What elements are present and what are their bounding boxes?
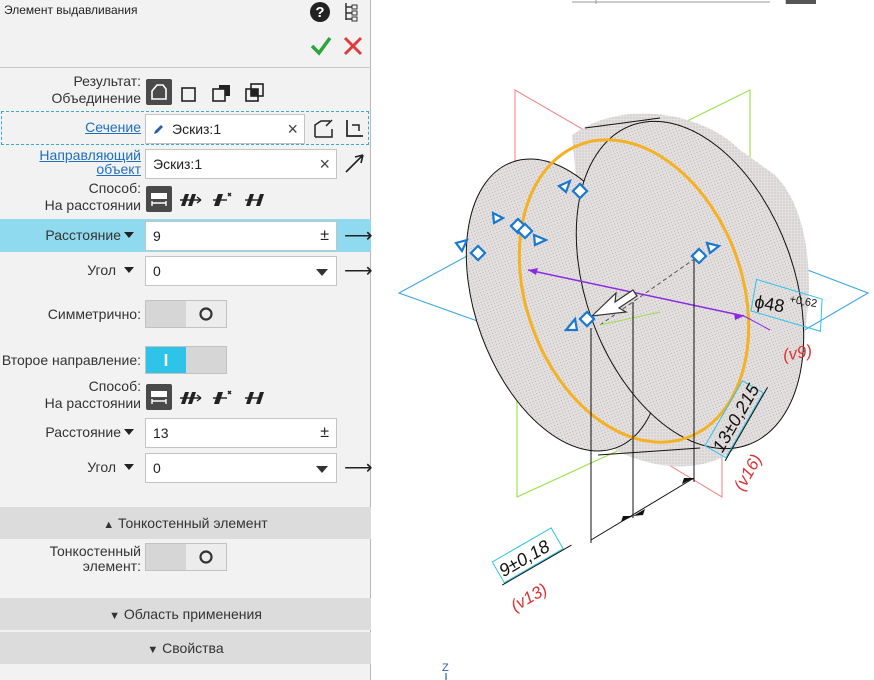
- angle1-select[interactable]: 0: [145, 256, 337, 286]
- axis-z-label: Z: [442, 662, 449, 674]
- method1-distance-button[interactable]: [146, 186, 172, 212]
- thinwall-section-header[interactable]: ▲ Тонкостенный элемент: [0, 507, 371, 539]
- method2-to-vertex-button[interactable]: [210, 384, 236, 410]
- result-label: Результат:: [73, 73, 141, 89]
- dim-arrowhead: [633, 509, 645, 516]
- clear-icon[interactable]: ×: [287, 115, 298, 143]
- divider: [0, 67, 371, 68]
- angle1-dropdown-icon[interactable]: [124, 267, 134, 273]
- distance2-dropdown-icon[interactable]: [124, 429, 134, 435]
- toolbar-edge: [786, 0, 816, 4]
- model-viewport[interactable]: 9±0,18 (v13) 13±0,215 (v16) ϕ48 +0,62 (v…: [372, 0, 874, 680]
- tolerance-button[interactable]: ±: [320, 419, 329, 447]
- intersect-icon: [245, 83, 264, 102]
- union-button[interactable]: [146, 79, 172, 105]
- properties-section-header[interactable]: ▼ Свойства: [0, 632, 371, 664]
- second-direction-toggle[interactable]: [145, 346, 227, 374]
- result-value: Объединение: [51, 90, 141, 106]
- panel-title: Элемент выдавливания: [4, 3, 138, 17]
- union-icon: [151, 84, 167, 100]
- subtract-icon: [212, 85, 230, 102]
- direction-arrow-icon[interactable]: [343, 151, 367, 178]
- dim-9-variable: (v13): [508, 580, 551, 616]
- angle1-direction-arrow-icon[interactable]: ⟶: [344, 261, 373, 281]
- to-surface-icon: [245, 194, 264, 206]
- through-all-icon: [180, 194, 202, 206]
- method1-label: Способ:: [88, 180, 141, 196]
- tree-icon[interactable]: [342, 1, 362, 23]
- toolbar-edge: [572, 0, 787, 4]
- distance-method-icon: [151, 193, 167, 206]
- symmetric-label: Симметрично:: [47, 306, 141, 322]
- select-sketch-icon[interactable]: [343, 117, 367, 142]
- tolerance-button[interactable]: ±: [320, 222, 329, 250]
- thinwall-toggle[interactable]: [145, 543, 227, 571]
- method2-label: Способ:: [88, 378, 141, 394]
- subtract-button[interactable]: [209, 80, 235, 106]
- angle2-select[interactable]: 0: [145, 453, 337, 483]
- distance-method-icon: [151, 391, 167, 404]
- method2-value: На расстоянии: [44, 395, 141, 411]
- dim-diameter-variable: (v9): [781, 341, 813, 365]
- method1-to-vertex-button[interactable]: [210, 186, 236, 212]
- angle2-direction-arrow-icon[interactable]: ⟶: [344, 458, 373, 478]
- help-icon[interactable]: ?: [309, 1, 331, 23]
- angle2-dropdown-icon[interactable]: [124, 464, 134, 470]
- guide-field[interactable]: Эскиз:1 ×: [145, 149, 337, 179]
- through-all-icon: [180, 392, 202, 404]
- method2-distance-button[interactable]: [146, 384, 172, 410]
- intersect-button[interactable]: [242, 80, 268, 106]
- distance1-dropdown-icon[interactable]: [124, 232, 134, 238]
- dim-9[interactable]: 9±0,18: [490, 523, 572, 586]
- scope-section-header[interactable]: ▼ Область применения: [0, 598, 371, 630]
- dim-13-variable: (v16): [730, 451, 766, 494]
- clear-icon[interactable]: ×: [319, 150, 330, 178]
- chevron-down-icon: [316, 269, 328, 276]
- method1-through-all-button[interactable]: [178, 186, 204, 212]
- to-surface-icon: [245, 392, 264, 404]
- angle1-label: Угол: [87, 262, 116, 278]
- section-field[interactable]: Эскиз:1 ×: [145, 114, 305, 144]
- handle-triangle: [454, 238, 469, 254]
- svg-text:?: ?: [315, 4, 324, 21]
- symmetric-toggle[interactable]: [145, 300, 227, 328]
- dim-9-text: 9±0,18: [496, 536, 554, 581]
- dim-arrowhead: [682, 478, 694, 484]
- edit-sketch-icon[interactable]: [312, 117, 336, 142]
- angle2-label: Угол: [87, 459, 116, 475]
- distance1-reverse-arrow-icon[interactable]: ⟶: [344, 226, 373, 246]
- pencil-icon: [154, 125, 163, 134]
- to-vertex-icon: [213, 390, 232, 404]
- chevron-down-icon: [316, 466, 328, 473]
- second-direction-label: Второе направление:: [1, 352, 141, 368]
- dim-arrowhead: [621, 516, 633, 522]
- extrusion-panel: Элемент выдавливания ? Результат: Объеди…: [0, 0, 373, 680]
- new-body-icon: [181, 87, 196, 102]
- method1-to-surface-button[interactable]: [243, 186, 269, 212]
- distance1-label: Расстояние: [45, 227, 121, 243]
- method1-value: На расстоянии: [44, 197, 141, 213]
- new-body-button[interactable]: [176, 81, 202, 107]
- to-vertex-icon: [213, 192, 232, 206]
- distance2-input[interactable]: 13 ±: [145, 418, 337, 448]
- distance2-label: Расстояние: [45, 424, 121, 440]
- ok-icon[interactable]: [309, 34, 333, 58]
- guide-label-2[interactable]: объект: [96, 161, 141, 178]
- distance1-input[interactable]: 9 ±: [145, 221, 337, 251]
- thinwall-label-2: элемент:: [82, 558, 141, 574]
- section-label[interactable]: Сечение: [85, 119, 141, 136]
- method2-to-surface-button[interactable]: [243, 384, 269, 410]
- cancel-icon[interactable]: [342, 35, 364, 57]
- method2-through-all-button[interactable]: [178, 384, 204, 410]
